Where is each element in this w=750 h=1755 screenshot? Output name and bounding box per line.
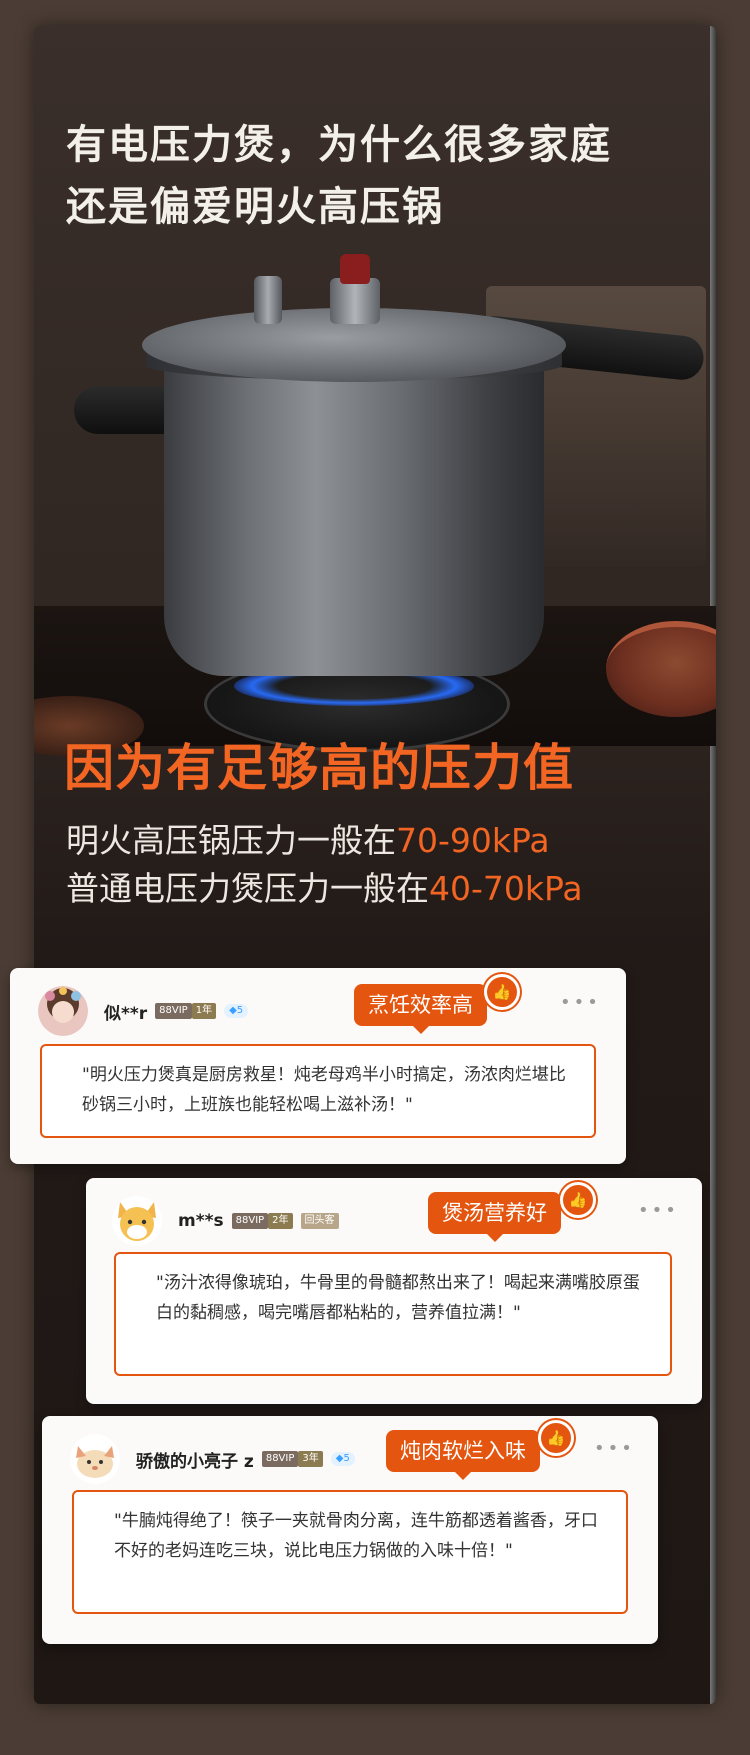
pressure-valve-stem — [330, 278, 380, 324]
diamond-level: 5 — [236, 1005, 244, 1016]
headline: 有电压力煲，为什么很多家庭 还是偏爱明火高压锅 — [66, 114, 612, 238]
review-tag: 炖肉软烂入味 — [386, 1430, 540, 1480]
review-card: 骄傲的小亮子 z 88VIP 3年 ◆5 炖肉软烂入味 👍 ••• "牛腩炖得绝… — [42, 1416, 658, 1644]
review-card: 似**r 88VIP 1年 ◆5 烹饪效率高 👍 ••• "明火压力煲真是厨房救… — [10, 968, 626, 1164]
headline-line-2: 还是偏爱明火高压锅 — [66, 184, 444, 230]
years-badge: 1年 — [191, 1003, 217, 1019]
safety-valve — [254, 276, 282, 324]
diamond-icon: ◆5 — [224, 1004, 249, 1018]
review-user: 似**r 88VIP 1年 ◆5 — [38, 986, 249, 1036]
headline-line-1: 有电压力煲，为什么很多家庭 — [66, 122, 612, 168]
diamond-level: 5 — [343, 1453, 350, 1464]
thumbs-up-icon: 👍 — [538, 1420, 574, 1456]
vip-badge: 88VIP — [231, 1213, 269, 1229]
spec-value: 40-70kPa — [429, 869, 583, 908]
vip-badge: 88VIP — [261, 1451, 299, 1467]
spec-label: 明火高压锅压力一般在 — [66, 821, 396, 860]
review-text: "汤汁浓得像琥珀，牛骨里的骨髓都熬出来了！喝起来满嘴胶原蛋白的黏稠感，喝完嘴唇都… — [114, 1252, 672, 1376]
more-dots-icon[interactable]: ••• — [638, 1200, 679, 1221]
review-user: 骄傲的小亮子 z 88VIP 3年 ◆5 — [70, 1434, 355, 1484]
thumbs-up-icon: 👍 — [560, 1182, 596, 1218]
thumbs-up-icon: 👍 — [484, 974, 520, 1010]
pot-body — [164, 346, 544, 676]
avatar[interactable] — [112, 1196, 162, 1246]
years-badge: 3年 — [298, 1451, 323, 1467]
spec-value: 70-90kPa — [396, 821, 550, 860]
diamond-icon: ◆5 — [330, 1452, 355, 1466]
repeat-customer-badge: 回头客 — [300, 1213, 339, 1229]
review-tag: 烹饪效率高 — [354, 984, 487, 1034]
spec-label: 普通电压力煲压力一般在 — [66, 869, 429, 908]
review-user: m**s 88VIP 2年 回头客 — [112, 1196, 339, 1246]
more-dots-icon[interactable]: ••• — [560, 992, 601, 1013]
review-tag: 煲汤营养好 — [428, 1192, 561, 1242]
years-badge: 2年 — [268, 1213, 293, 1229]
pressure-cooker-scene — [34, 226, 716, 756]
user-name[interactable]: 骄傲的小亮子 z — [136, 1447, 254, 1472]
more-dots-icon[interactable]: ••• — [594, 1438, 635, 1459]
spec-electric: 普通电压力煲压力一般在40-70kPa — [66, 862, 583, 910]
user-name[interactable]: m**s — [178, 1211, 224, 1231]
pressure-highlight: 因为有足够高的压力值 — [64, 739, 574, 797]
avatar[interactable] — [70, 1434, 120, 1484]
review-text: "牛腩炖得绝了！筷子一夹就骨肉分离，连牛筋都透着酱香，牙口不好的老妈连吃三块，说… — [72, 1490, 628, 1614]
user-name[interactable]: 似**r — [104, 999, 147, 1024]
avatar[interactable] — [38, 986, 88, 1036]
review-card: m**s 88VIP 2年 回头客 煲汤营养好 👍 ••• "汤汁浓得像琥珀，牛… — [86, 1178, 702, 1404]
vip-badge: 88VIP — [155, 1003, 192, 1019]
review-text: "明火压力煲真是厨房救星！炖老母鸡半小时搞定，汤浓肉烂堪比砂锅三小时，上班族也能… — [40, 1044, 596, 1138]
pressure-valve-cap — [340, 254, 370, 284]
spec-open-flame: 明火高压锅压力一般在70-90kPa — [66, 814, 550, 862]
